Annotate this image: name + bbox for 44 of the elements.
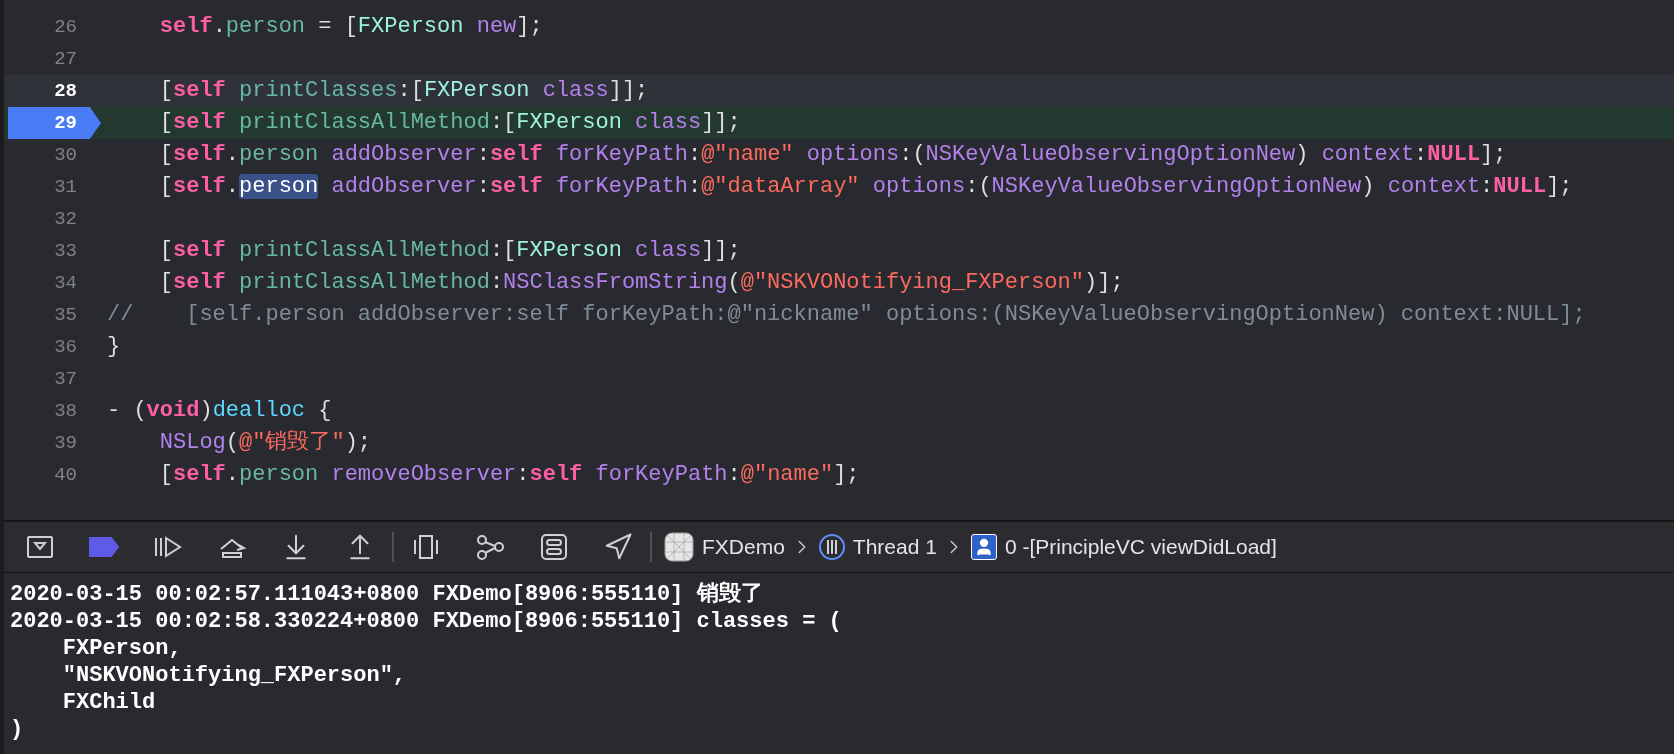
line-number: 38 [54,398,78,424]
code-line: // [self.person addObserver:self forKeyPath:@"nickname" options:(NSKeyValueObservingOptionNew) context:NULL]; [107,301,1586,329]
app-grid-icon [664,532,694,562]
code-line: self.person = [FXPerson new]; [158,13,543,41]
breadcrumb-item[interactable]: FXDemo [702,531,785,563]
console-line: FXPerson, [61,635,182,662]
line-number: 27 [54,46,78,72]
line-number: 35 [54,302,78,328]
code-line: [self printClassAllMethod:[FXPerson class]]; [158,237,741,265]
breakpoint-marker[interactable]: 29 [8,107,101,139]
code-line: [self.person addObserver:self forKeyPath:@"dataArray" options:(NSKeyValueObservingOptionNew) context:NULL]; [158,173,1573,201]
console-line: 2020-03-15 00:02:57.111043+0800 FXDemo[8906:555110] 销毁了 [10,581,763,608]
line-number: 37 [54,366,78,392]
thread-icon [818,534,845,560]
breadcrumb-item[interactable]: 0 -[PrincipleVC viewDidLoad] [1004,531,1277,563]
line-number: 33 [54,238,78,264]
code-line: [self printClassAllMethod:NSClassFromString(@"NSKVONotifying_FXPerson")]; [158,269,1124,297]
breadcrumb-item[interactable]: Thread 1 [852,531,937,563]
line-number: 40 [54,462,78,488]
line-number: 30 [54,142,78,168]
toggles-icon[interactable] [539,532,569,562]
line-number: 26 [54,14,78,40]
console-line: "NSKVONotifying_FXPerson", [61,662,407,689]
line-number: 34 [54,270,78,296]
code-line: } [107,333,121,361]
line-number: 36 [54,334,78,360]
line-number: 39 [54,430,78,456]
code-line: - (void)dealloc { [107,397,332,425]
line-number: 32 [54,206,78,232]
memory-graph-icon[interactable] [475,532,505,562]
console-line: FXChild [61,689,156,716]
console-line: 2020-03-15 00:02:58.330224+0800 FXDemo[8906:555110] classes = ( [10,608,842,635]
breakpoint-tag-icon[interactable] [89,536,119,558]
code-line: [self printClassAllMethod:[FXPerson class]]; [158,109,741,137]
code-line: [self.person removeObserver:self forKeyPath:@"name"]; [158,461,860,489]
console-line: ) [10,716,24,743]
view-hierarchy-icon[interactable] [411,532,441,562]
code-line: [self.person addObserver:self forKeyPath:@"name" options:(NSKeyValueObservingOptionNew) context:NULL]; [158,141,1507,169]
line-number: 28 [54,78,78,104]
location-arrow-icon[interactable] [603,532,633,562]
code-line: NSLog(@"销毁了"); [158,429,372,457]
person-icon [970,534,997,560]
line-number: 31 [54,174,78,200]
code-line: [self printClasses:[FXPerson class]]; [158,77,649,105]
